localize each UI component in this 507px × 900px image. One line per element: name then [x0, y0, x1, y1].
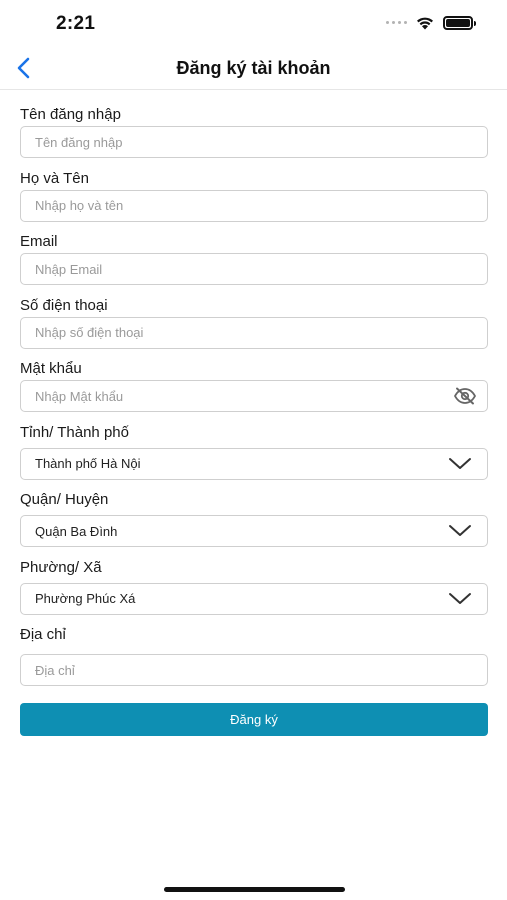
password-input[interactable]	[20, 380, 488, 412]
address-field-group: Địa chỉ	[20, 626, 488, 690]
chevron-down-icon	[447, 590, 473, 608]
wifi-icon	[417, 17, 433, 30]
district-select[interactable]: Quận Ba Đình	[20, 515, 488, 547]
chevron-down-icon	[447, 522, 473, 540]
phone-label: Số điện thoại	[20, 296, 108, 314]
register-button[interactable]: Đăng ký	[20, 703, 488, 736]
phone-input[interactable]	[20, 316, 488, 349]
email-label: Email	[20, 233, 58, 250]
ward-select[interactable]: Phường Phúc Xá	[20, 582, 488, 615]
cellular-signal-icon	[386, 21, 407, 24]
district-label: Quận/ Huyện	[20, 491, 109, 508]
address-label: Địa chỉ	[20, 626, 66, 643]
username-field-group: Tên đăng nhập	[20, 106, 488, 170]
province-selected-value: Thành phố Hà Nội	[35, 456, 141, 471]
ward-field-group: Phường/ Xã Phường Phúc Xá	[20, 559, 488, 627]
password-label: Mật khẩu	[20, 360, 82, 377]
phone-field-group: Số điện thoại	[20, 297, 488, 361]
ward-selected-value: Phường Phúc Xá	[35, 591, 136, 606]
username-label: Tên đăng nhập	[20, 106, 121, 123]
nav-bar: Đăng ký tài khoản	[0, 46, 507, 90]
password-visibility-toggle[interactable]	[452, 385, 478, 407]
district-selected-value: Quận Ba Đình	[35, 523, 118, 539]
fullname-field-group: Họ và Tên	[20, 170, 488, 234]
ward-label: Phường/ Xã	[20, 558, 102, 576]
address-input[interactable]	[20, 654, 488, 686]
home-indicator	[164, 887, 345, 892]
status-icons	[386, 15, 476, 30]
chevron-down-icon	[447, 455, 473, 473]
eye-off-icon	[453, 387, 477, 405]
status-time: 2:21	[56, 13, 96, 34]
province-field-group: Tỉnh/ Thành phố Thành phố Hà Nội	[20, 424, 488, 492]
province-label: Tỉnh/ Thành phố	[20, 423, 129, 441]
fullname-input[interactable]	[20, 189, 488, 222]
email-input[interactable]	[20, 253, 488, 285]
page-title: Đăng ký tài khoản	[176, 58, 331, 78]
email-field-group: Email	[20, 233, 488, 297]
province-select[interactable]: Thành phố Hà Nội	[20, 447, 488, 480]
status-bar: 2:21	[0, 0, 507, 46]
district-field-group: Quận/ Huyện Quận Ba Đình	[20, 491, 488, 559]
password-field-group: Mật khẩu	[20, 360, 488, 424]
fullname-label: Họ và Tên	[20, 169, 89, 187]
username-input[interactable]	[20, 126, 488, 158]
registration-form: Tên đăng nhập Họ và Tên Email Số điện th…	[20, 106, 488, 690]
battery-icon	[443, 15, 476, 30]
